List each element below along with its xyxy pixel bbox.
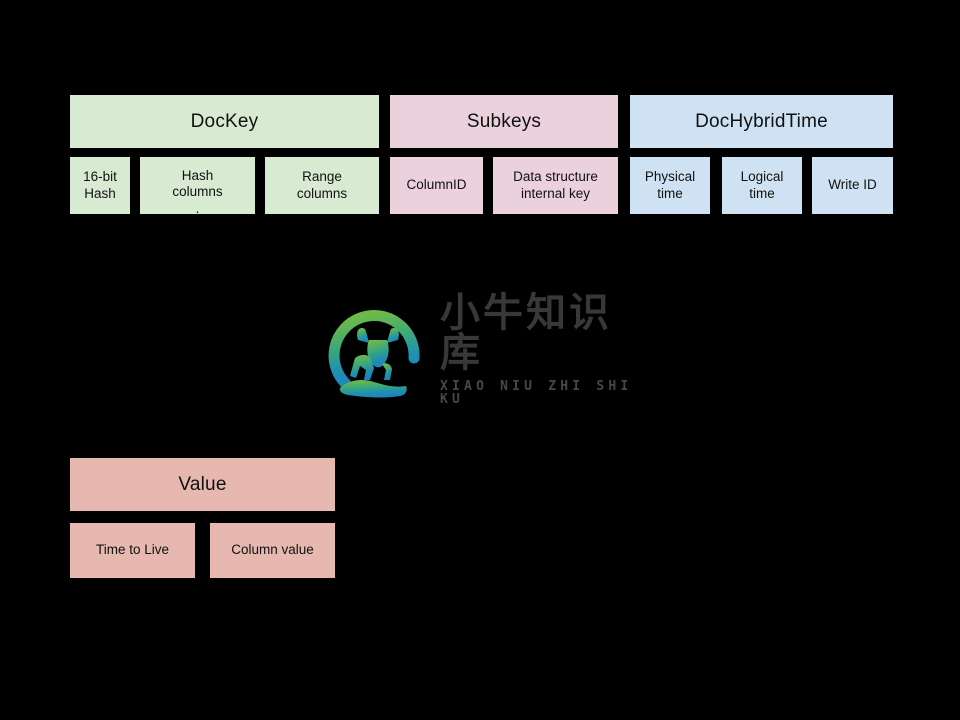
field-data-structure-internal-key: Data structure internal key — [493, 157, 618, 214]
diagram-canvas: DocKey 16-bit Hash Hash columns. Range columns… — [0, 0, 960, 720]
group-header-dockey: DocKey — [70, 95, 379, 148]
group-header-subkeys: Subkeys — [390, 95, 618, 148]
field-time-to-live: Time to Live — [70, 523, 195, 578]
watermark-pinyin-text: XIAO NIU ZHI SHI KU — [440, 378, 633, 407]
field-range-columns: Range columns — [265, 157, 379, 214]
field-column-value: Column value — [210, 523, 335, 578]
xiaoniu-zhishiku-watermark: 小牛知识库 XIAO NIU ZHI SHI KU — [322, 293, 638, 408]
field-logical-time: Logical time — [722, 157, 802, 214]
field-16-bit-hash: 16-bit Hash — [70, 157, 130, 214]
watermark-text: 小牛知识库 XIAO NIU ZHI SHI KU — [440, 293, 638, 412]
watermark-chinese-text: 小牛知识库 — [440, 289, 612, 376]
field-columnid: ColumnID — [390, 157, 483, 214]
field-write-id: Write ID — [812, 157, 893, 214]
group-header-value: Value — [70, 458, 335, 511]
field-physical-time: Physical time — [630, 157, 710, 214]
group-header-dochybridtime: DocHybridTime — [630, 95, 893, 148]
bull-in-ring-logo-icon — [322, 296, 434, 408]
field-hash-columns: Hash columns. — [140, 157, 255, 214]
